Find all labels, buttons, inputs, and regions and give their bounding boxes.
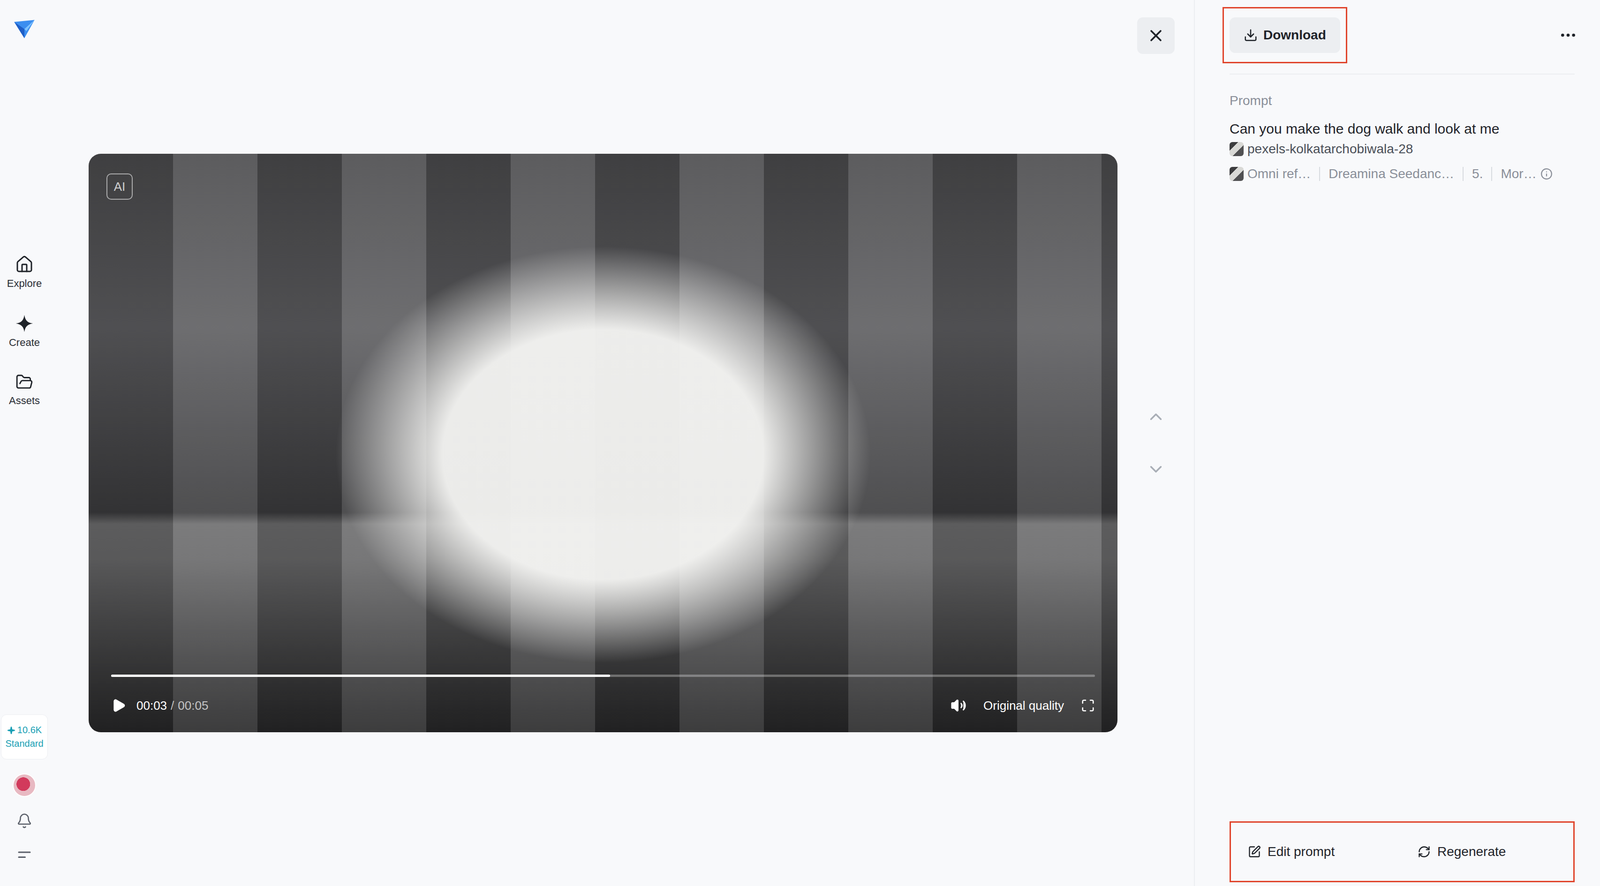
viewer: AI 00:03/00:05 Original quality: [48, 0, 1194, 886]
chevron-up-icon: [1146, 407, 1166, 427]
meta-label: Mor…: [1500, 166, 1537, 182]
home-icon: [15, 255, 34, 274]
reference-thumbnail: [1229, 166, 1244, 182]
sidebar-top: Explore Create Assets: [0, 16, 48, 410]
video-area: AI 00:03/00:05 Original quality: [48, 0, 1118, 886]
meta-item: Mor…: [1491, 166, 1561, 182]
highlight-box: Edit promptRegenerate: [1229, 821, 1575, 883]
menu-icon: [15, 846, 33, 864]
sidebar-item[interactable]: Explore: [0, 252, 48, 293]
bell-icon: [16, 813, 33, 830]
current-time: 00:03: [136, 698, 167, 713]
sparkle-icon: [7, 726, 16, 735]
volume-button[interactable]: [950, 697, 967, 714]
info-icon[interactable]: [1540, 167, 1553, 181]
video-controls: 00:03/00:05 Original quality: [111, 674, 1095, 714]
credits-row: 10.6K: [7, 724, 42, 736]
fullscreen-button[interactable]: [1080, 698, 1095, 713]
credits-badge[interactable]: 10.6K Standard: [0, 714, 48, 760]
regenerate-button[interactable]: Regenerate: [1417, 840, 1574, 864]
video-frame: [88, 153, 1118, 733]
details-panel: Download Prompt Can you make the dog walk …: [1193, 0, 1600, 886]
sidebar-item[interactable]: Create: [0, 311, 48, 352]
panel-header: Download: [1229, 7, 1575, 75]
meta-label: Dreamina Seedanc…: [1328, 166, 1455, 182]
regenerate-icon: [1417, 845, 1431, 859]
app: Explore Create Assets 10.6K Standard AI 00:03/…: [0, 0, 1600, 886]
reference-thumbnail: [1229, 142, 1244, 157]
previous-button[interactable]: [1146, 407, 1166, 427]
nav-list: Explore Create Assets: [0, 252, 48, 410]
download-button[interactable]: Download: [1229, 17, 1341, 53]
quality-button[interactable]: Original quality: [983, 698, 1065, 714]
logo[interactable]: [12, 16, 37, 42]
prompt-section: Prompt Can you make the dog walk and look…: [1222, 74, 1575, 182]
control-left: 00:03/00:05: [111, 698, 209, 714]
close-button[interactable]: [1137, 17, 1175, 54]
download-icon: [1243, 28, 1258, 43]
more-button[interactable]: [1556, 23, 1580, 47]
sidebar-bottom: 10.6K Standard: [0, 714, 48, 866]
ai-badge: AI: [106, 173, 133, 200]
progress-fill: [111, 674, 611, 678]
meta-row: Omni ref… Dreamina Seedanc… 5. Mor…: [1229, 166, 1575, 182]
create-icon: [15, 314, 34, 333]
reference-name: pexels-kolkatarchobiwala-28: [1247, 141, 1413, 157]
plan-label: Standard: [5, 738, 44, 750]
highlight-box: Download: [1222, 7, 1348, 64]
pager: [1146, 53, 1166, 886]
close-icon: [1146, 26, 1166, 46]
progress-bar[interactable]: [111, 674, 1095, 678]
edit-icon: [1247, 845, 1261, 859]
notifications-button[interactable]: [14, 811, 35, 831]
meta-item: Dreamina Seedanc…: [1319, 166, 1463, 182]
control-right: Original quality: [950, 697, 1095, 714]
menu-button[interactable]: [14, 845, 35, 866]
sidebar-item-label: Create: [8, 336, 40, 349]
sidebar: Explore Create Assets 10.6K Standard: [0, 0, 49, 886]
viewer-side: [1117, 0, 1194, 886]
meta-item: Omni ref…: [1229, 166, 1320, 182]
prompt-label: Prompt: [1229, 93, 1575, 109]
prompt-text: Can you make the dog walk and look at me: [1229, 119, 1575, 139]
play-icon: [111, 698, 127, 714]
duration: 00:05: [177, 698, 209, 713]
meta-label: 5.: [1471, 166, 1483, 182]
meta-item: 5.: [1462, 166, 1492, 182]
fullscreen-icon: [1080, 698, 1095, 713]
video-player[interactable]: AI 00:03/00:05 Original quality: [88, 153, 1118, 733]
more-icon: [1558, 25, 1578, 45]
user-avatar[interactable]: [12, 773, 37, 798]
edit-button[interactable]: Edit prompt: [1247, 840, 1418, 864]
next-button[interactable]: [1146, 459, 1166, 480]
sidebar-item-label: Explore: [7, 277, 43, 290]
time-display: 00:03/00:05: [136, 698, 209, 714]
time-separator: /: [170, 698, 174, 713]
reference-chip[interactable]: pexels-kolkatarchobiwala-28: [1229, 141, 1575, 157]
meta-label: Omni ref…: [1247, 166, 1311, 182]
sidebar-item[interactable]: Assets: [0, 370, 48, 410]
sidebar-item-label: Assets: [8, 394, 40, 408]
credits-count: 10.6K: [17, 724, 42, 736]
volume-icon: [950, 697, 967, 714]
folder-icon: [15, 373, 34, 392]
control-row: 00:03/00:05 Original quality: [111, 697, 1095, 714]
chevron-down-icon: [1146, 459, 1166, 480]
logo-icon[interactable]: [12, 16, 37, 42]
play-button[interactable]: [111, 698, 127, 714]
